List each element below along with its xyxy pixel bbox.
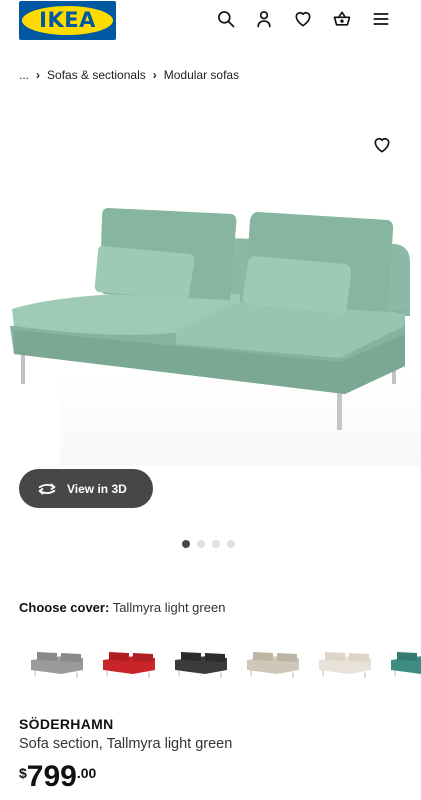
profile-icon[interactable] (253, 8, 275, 30)
chevron-right-icon: › (152, 68, 157, 82)
carousel-dot[interactable] (212, 540, 220, 548)
cover-swatches (19, 636, 421, 686)
breadcrumb: ... › Sofas & sectionals › Modular sofas (19, 66, 239, 84)
price-integer: 799 (26, 760, 77, 793)
product-price: $ 799 .00 (19, 760, 96, 794)
choose-cover-value: Tallmyra light green (112, 600, 226, 615)
chevron-right-icon: › (36, 68, 41, 82)
choose-cover-label: Choose cover: (19, 600, 110, 615)
breadcrumb-modular-sofas[interactable]: Modular sofas (164, 68, 239, 82)
carousel-dot[interactable] (197, 540, 205, 548)
logo-text: IKEA (39, 8, 96, 32)
menu-icon[interactable] (370, 8, 392, 30)
swatch-grey[interactable] (27, 636, 89, 684)
price-currency: $ (19, 765, 27, 781)
swatch-beige[interactable] (243, 636, 305, 684)
carousel-dots (182, 540, 235, 548)
product-description: Sofa section, Tallmyra light green (19, 736, 233, 752)
view-in-3d-label: View in 3D (67, 481, 127, 496)
swatch-black[interactable] (171, 636, 233, 684)
header: IKEA (0, 0, 421, 52)
rotate-3d-icon (38, 482, 56, 494)
price-decimal: .00 (76, 765, 97, 781)
favorite-heart-icon[interactable] (371, 134, 393, 156)
view-in-3d-button[interactable]: View in 3D (19, 469, 153, 508)
swatch-white[interactable] (315, 636, 377, 684)
swatch-red[interactable] (99, 636, 161, 684)
swatch-green[interactable] (387, 636, 421, 684)
search-icon[interactable] (215, 8, 237, 30)
ikea-logo[interactable]: IKEA (19, 1, 116, 40)
carousel-dot[interactable] (182, 540, 190, 548)
product-image[interactable] (0, 104, 421, 466)
carousel-dot[interactable] (227, 540, 235, 548)
heart-icon[interactable] (292, 8, 314, 30)
product-name: SÖDERHAMN (19, 716, 114, 732)
sofa-illustration (10, 208, 410, 430)
breadcrumb-sofas-sectionals[interactable]: Sofas & sectionals (47, 68, 146, 82)
basket-icon[interactable] (331, 8, 353, 30)
breadcrumb-ellipsis[interactable]: ... (19, 68, 29, 82)
choose-cover: Choose cover: Tallmyra light green (19, 600, 225, 615)
